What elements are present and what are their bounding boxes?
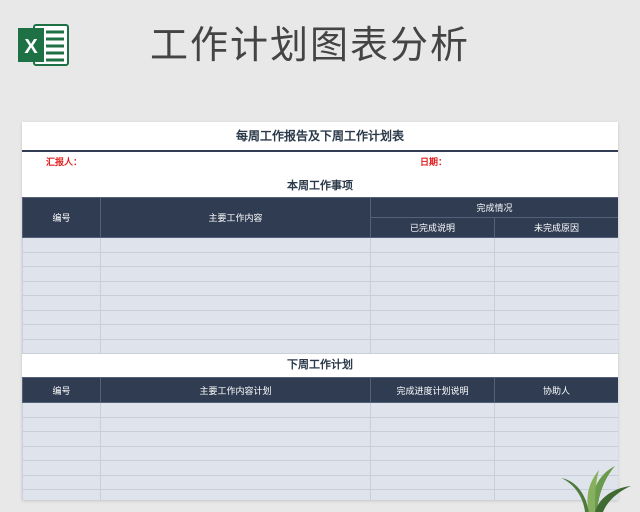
- table-cell[interactable]: [100, 431, 371, 447]
- table-cell[interactable]: [22, 280, 101, 296]
- table-cell[interactable]: [100, 338, 371, 354]
- table-cell[interactable]: [493, 324, 618, 340]
- table-row: [22, 324, 618, 340]
- col-header-completed-note: 已完成说明: [370, 217, 495, 238]
- table-cell[interactable]: [100, 309, 371, 325]
- table-cell[interactable]: [100, 266, 371, 282]
- table-row: [22, 445, 618, 461]
- table-cell[interactable]: [370, 416, 495, 432]
- table-row: [22, 295, 618, 311]
- table-cell[interactable]: [370, 280, 495, 296]
- excel-logo-icon: X: [18, 24, 69, 66]
- table-row: [22, 338, 618, 354]
- table-cell[interactable]: [100, 445, 371, 461]
- this-week-table: 编号 主要工作内容 完成情况 已完成说明 未完成原因: [22, 197, 618, 354]
- reporter-label: 汇报人：: [46, 158, 83, 168]
- table-cell[interactable]: [370, 338, 495, 354]
- table-cell[interactable]: [370, 309, 495, 325]
- title-divider: [22, 150, 618, 152]
- table-cell[interactable]: [370, 237, 495, 253]
- table-cell[interactable]: [493, 280, 618, 296]
- table-cell[interactable]: [100, 416, 371, 432]
- table-cell[interactable]: [22, 266, 101, 282]
- table-cell[interactable]: [100, 474, 371, 490]
- spreadsheet-sheet: 每周工作报告及下周工作计划表 汇报人： 日期： 本周工作事项 编号 主要工作内容…: [22, 122, 618, 500]
- table-cell[interactable]: [493, 266, 618, 282]
- table-cell[interactable]: [370, 266, 495, 282]
- table-cell[interactable]: [370, 489, 495, 500]
- table-row: [22, 474, 618, 490]
- table-cell[interactable]: [493, 309, 618, 325]
- table-cell[interactable]: [494, 431, 618, 447]
- table-cell[interactable]: [370, 460, 495, 476]
- col-header-progress-plan: 完成进度计划说明: [370, 377, 495, 403]
- table-cell[interactable]: [493, 338, 618, 354]
- table-cell[interactable]: [22, 295, 101, 311]
- table-row: [22, 266, 618, 282]
- table-row: [22, 251, 618, 267]
- table-cell[interactable]: [100, 237, 371, 253]
- table-cell[interactable]: [22, 460, 101, 476]
- col-header-content-plan: 主要工作内容计划: [100, 377, 371, 403]
- table-cell[interactable]: [22, 416, 101, 432]
- col-header-incomplete-reason: 未完成原因: [493, 217, 618, 238]
- table-cell[interactable]: [100, 324, 371, 340]
- table-cell[interactable]: [22, 489, 101, 500]
- table-cell[interactable]: [370, 251, 495, 267]
- table-cell[interactable]: [494, 402, 618, 418]
- table-row: [22, 489, 618, 500]
- table-cell[interactable]: [22, 445, 101, 461]
- table-cell[interactable]: [493, 237, 618, 253]
- table-cell[interactable]: [22, 309, 101, 325]
- col-header-content: 主要工作内容: [100, 197, 371, 238]
- this-week-section-title: 本周工作事项: [287, 179, 353, 192]
- table-cell[interactable]: [22, 338, 101, 354]
- table-cell[interactable]: [370, 474, 495, 490]
- table-cell[interactable]: [100, 280, 371, 296]
- table-cell[interactable]: [22, 474, 101, 490]
- table-cell[interactable]: [370, 402, 495, 418]
- table-cell[interactable]: [22, 324, 101, 340]
- table-cell[interactable]: [493, 295, 618, 311]
- table-row: [22, 416, 618, 432]
- table-cell[interactable]: [370, 295, 495, 311]
- table-cell[interactable]: [22, 431, 101, 447]
- col-header-assistant: 协助人: [494, 377, 618, 403]
- table-cell[interactable]: [493, 251, 618, 267]
- table-row: [22, 280, 618, 296]
- table-cell[interactable]: [100, 251, 371, 267]
- table-row: [22, 431, 618, 447]
- table-cell[interactable]: [22, 251, 101, 267]
- col-header-number: 编号: [22, 197, 101, 238]
- table-cell[interactable]: [100, 402, 371, 418]
- table-cell[interactable]: [22, 237, 101, 253]
- table-cell[interactable]: [370, 431, 495, 447]
- plant-icon: [561, 466, 631, 512]
- table-cell[interactable]: [100, 460, 371, 476]
- next-week-section-title: 下周工作计划: [287, 358, 353, 371]
- table-row: [22, 309, 618, 325]
- page-title: 工作计划图表分析: [150, 23, 471, 67]
- col-header-completion: 完成情况: [369, 197, 618, 218]
- col-header-number: 编号: [22, 377, 101, 403]
- next-week-table: 编号 主要工作内容计划 完成进度计划说明 协助人: [22, 377, 618, 500]
- table-cell[interactable]: [370, 324, 495, 340]
- table-cell[interactable]: [370, 445, 495, 461]
- sheet-title: 每周工作报告及下周工作计划表: [235, 129, 404, 143]
- table-row: [22, 237, 618, 253]
- table-row: [22, 460, 618, 476]
- table-cell[interactable]: [100, 295, 371, 311]
- table-row: [22, 402, 618, 418]
- table-cell[interactable]: [22, 402, 101, 418]
- excel-logo-letter: X: [24, 36, 38, 58]
- table-cell[interactable]: [100, 489, 371, 500]
- date-label: 日期：: [420, 158, 448, 168]
- table-cell[interactable]: [494, 416, 618, 432]
